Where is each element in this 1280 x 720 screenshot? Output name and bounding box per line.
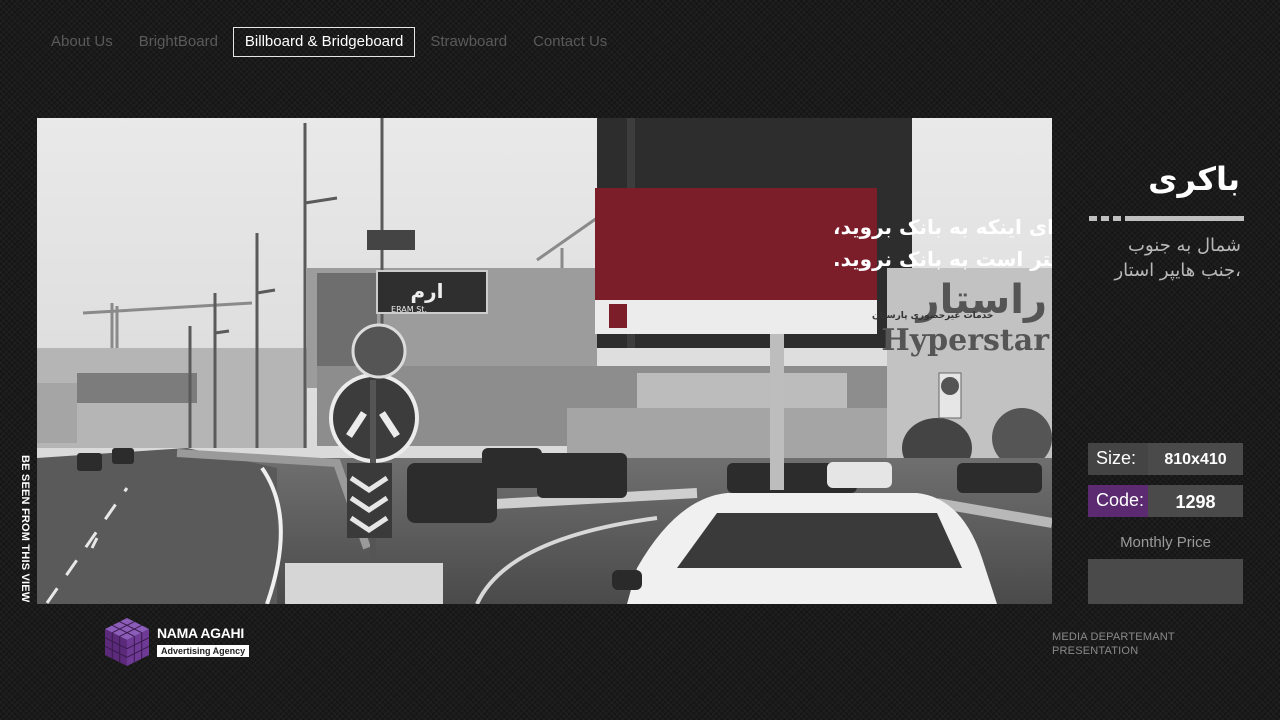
dept-line-2: PRESENTATION bbox=[1052, 645, 1139, 657]
address-line-1: شمال به جنوب bbox=[1128, 235, 1241, 256]
nav-item-strawboard[interactable]: Strawboard bbox=[419, 27, 518, 57]
distant-billboard bbox=[77, 373, 197, 403]
nav-item-about-us[interactable]: About Us bbox=[40, 27, 124, 57]
billboard-location-photo: راستار Hyperstar ارم ERAM St. برای اینکه… bbox=[37, 118, 1052, 604]
monthly-price-value bbox=[1088, 559, 1243, 604]
title-divider bbox=[1089, 216, 1244, 221]
media-department-caption: MEDIA DEPARTEMANT PRESENTATION bbox=[1052, 630, 1175, 658]
street-sign-fa: ارم bbox=[410, 279, 443, 303]
street-sign-en: ERAM St. bbox=[391, 305, 427, 314]
featured-billboard bbox=[595, 188, 877, 300]
logo-name: NAMA AGAHI bbox=[157, 625, 244, 641]
cube-logo-icon bbox=[104, 618, 150, 666]
agency-logo[interactable]: NAMA AGAHI Advertising Agency bbox=[103, 616, 250, 668]
nav-item-brightboard[interactable]: BrightBoard bbox=[128, 27, 229, 57]
billboard-footer-text: خدمات غیرحضوری پارسیان bbox=[872, 311, 993, 321]
location-title: باکری bbox=[1148, 160, 1240, 198]
size-row: Size: 810x410 bbox=[1088, 443, 1243, 475]
billboard-line-2: بهتر است به بانک نروید. bbox=[833, 247, 1052, 271]
monthly-price-label: Monthly Price bbox=[1120, 534, 1211, 551]
side-caption: BE SEEN FROM THIS VIEW bbox=[19, 455, 31, 603]
nav-item-contact-us[interactable]: Contact Us bbox=[522, 27, 618, 57]
logo-tagline: Advertising Agency bbox=[157, 645, 250, 657]
nav-item-billboard-bridgeboard[interactable]: Billboard & Bridgeboard bbox=[232, 27, 416, 57]
address-line-2: ،جنب هایپر استار bbox=[1114, 260, 1241, 281]
billboard-pole bbox=[770, 330, 784, 490]
location-address: شمال به جنوب ،جنب هایپر استار bbox=[1071, 233, 1241, 283]
top-nav: About Us BrightBoard Billboard & Bridgeb… bbox=[40, 27, 622, 57]
code-label: Code: bbox=[1088, 485, 1148, 517]
size-label: Size: bbox=[1088, 443, 1148, 475]
size-value: 810x410 bbox=[1148, 443, 1243, 475]
store-sign-en: Hyperstar bbox=[881, 323, 1050, 358]
billboard-line-1: برای اینکه به بانک بروید، bbox=[833, 215, 1052, 239]
code-value: 1298 bbox=[1148, 485, 1243, 517]
dept-line-1: MEDIA DEPARTEMANT bbox=[1052, 631, 1175, 643]
code-row: Code: 1298 bbox=[1088, 485, 1243, 517]
